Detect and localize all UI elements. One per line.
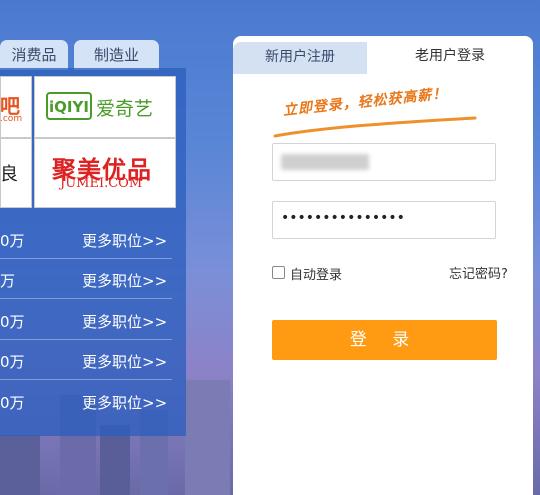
more-jobs-link[interactable]: 更多职位>> (82, 392, 167, 413)
auto-login-label[interactable]: 自动登录 (290, 264, 342, 283)
password-input[interactable]: ••••••••••••••• (272, 201, 496, 239)
salary-value: 万 (0, 272, 16, 290)
tab-consumer-goods[interactable]: 消费品 (0, 40, 68, 70)
more-jobs-link[interactable]: 更多职位>> (82, 270, 167, 291)
more-jobs-link[interactable]: 更多职位>> (82, 230, 167, 251)
job-row: 万 更多职位>> (0, 258, 172, 299)
salary-value: 0万 (0, 394, 25, 412)
tab-manufacturing[interactable]: 制造业 (74, 40, 159, 70)
job-row: 0万 更多职位>> (0, 218, 172, 259)
job-row: 0万 更多职位>> (0, 380, 172, 420)
auto-login-checkbox[interactable] (272, 266, 285, 279)
jumei-domain: JUMEI.COM (60, 176, 143, 191)
login-button[interactable]: 登 录 (272, 320, 497, 360)
job-row: 0万 更多职位>> (0, 299, 172, 340)
iqiyi-badge-icon: iQIYI (46, 92, 92, 120)
salary-value: 0万 (0, 353, 25, 371)
watermark-brand: Baidu (412, 455, 467, 475)
salary-value: 0万 (0, 232, 25, 250)
company-logo-cut-2-text: 良 (0, 164, 18, 185)
tab-register[interactable]: 新用户注册 (233, 42, 367, 74)
tab-login[interactable]: 老用户登录 (367, 38, 533, 74)
iqiyi-name: 爱奇艺 (96, 98, 154, 120)
company-logo-cut-1-sub: .com (0, 114, 23, 124)
forgot-password-link[interactable]: 忘记密码? (449, 263, 508, 282)
baidu-watermark: Baidu 经验 jingyan.baidu.com (412, 442, 511, 489)
more-jobs-link[interactable]: 更多职位>> (82, 351, 167, 372)
iqiyi-badge-text: iQIYI (49, 98, 89, 116)
watermark-url: jingyan.baidu.com (427, 479, 511, 489)
watermark-sub: 经验 (482, 458, 510, 474)
username-input[interactable] (272, 143, 496, 181)
job-row: 0万 更多职位>> (0, 339, 172, 380)
password-mask: ••••••••••••••• (281, 210, 405, 226)
salary-value: 0万 (0, 313, 25, 331)
blurred-username (281, 154, 369, 170)
more-jobs-link[interactable]: 更多职位>> (82, 311, 167, 332)
